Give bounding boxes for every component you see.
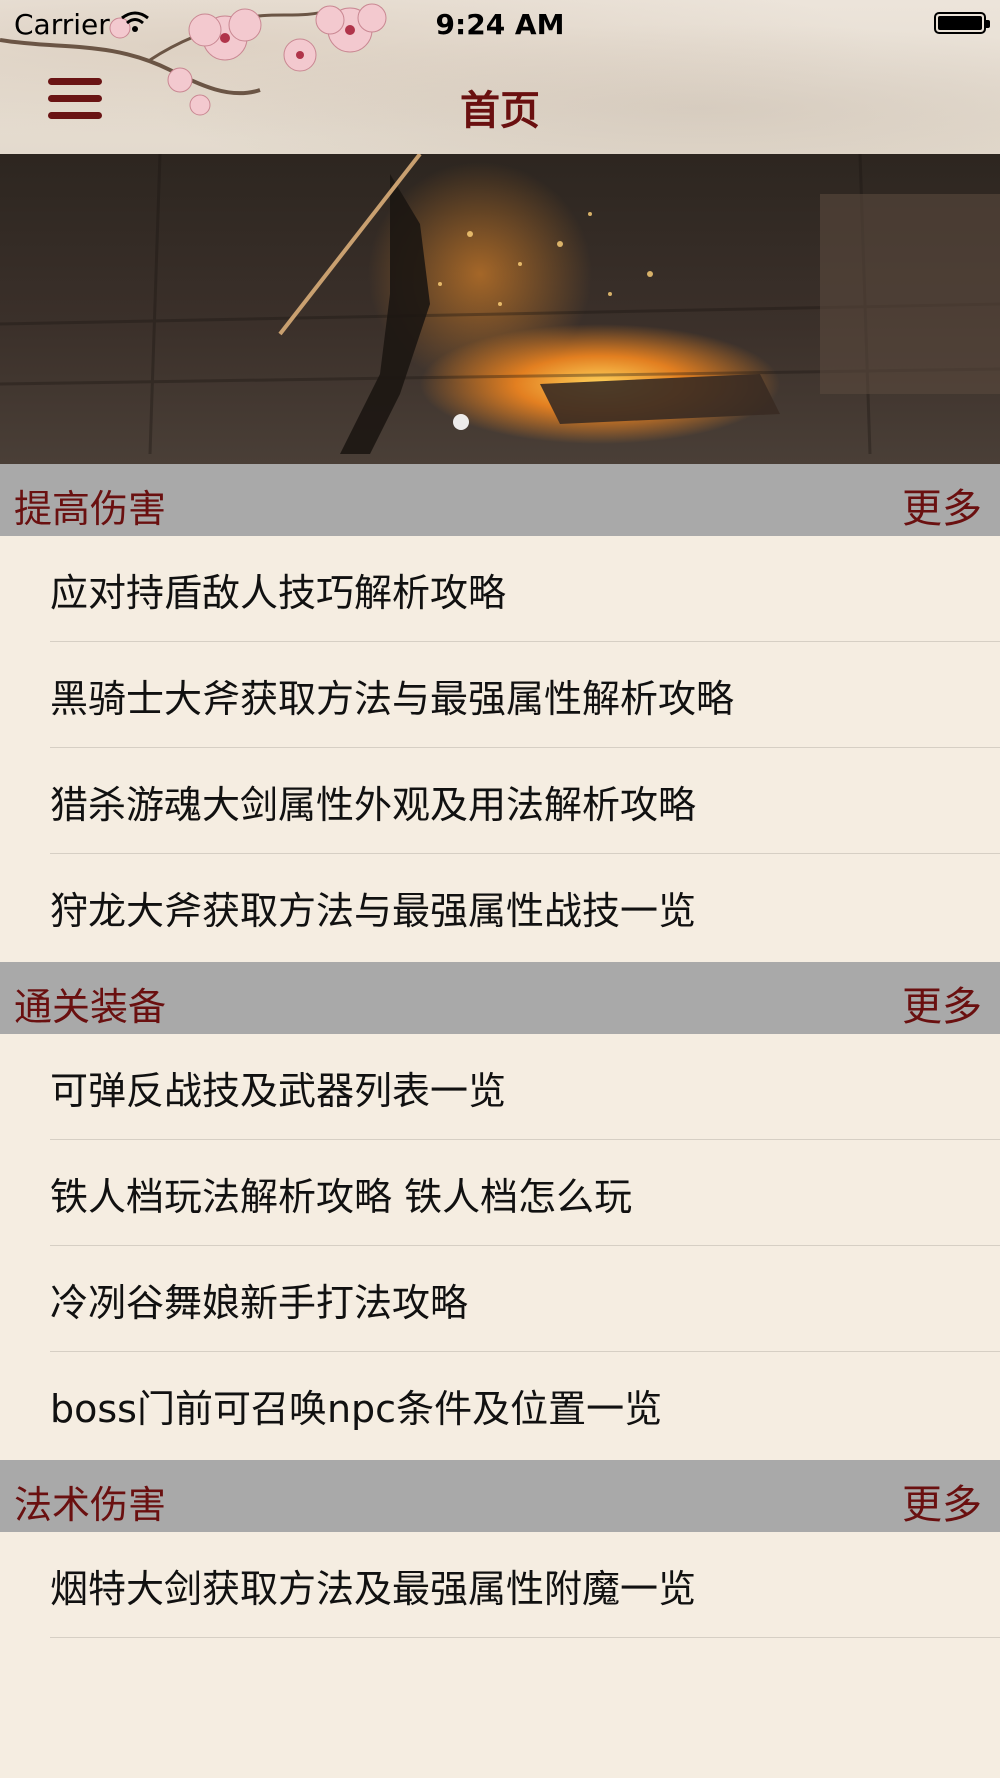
list-item[interactable]: 猎杀游魂大剑属性外观及用法解析攻略	[0, 748, 1000, 854]
more-button[interactable]: 更多	[902, 974, 982, 1032]
section-title: 提高伤害	[14, 487, 167, 531]
section-title: 通关装备	[14, 985, 167, 1029]
list-item[interactable]: 狩龙大斧获取方法与最强属性战技一览	[0, 854, 1000, 960]
carousel-page-indicator[interactable]	[453, 414, 469, 430]
list-item-title: 可弹反战技及武器列表一览	[50, 1069, 507, 1113]
list-item[interactable]: 应对持盾敌人技巧解析攻略	[0, 536, 1000, 642]
section-title: 法术伤害	[14, 1483, 167, 1527]
battery-icon	[934, 12, 990, 34]
nav-header: Carrier 9:24 AM 首页	[0, 0, 1000, 154]
list-item[interactable]: 黑骑士大斧获取方法与最强属性解析攻略	[0, 642, 1000, 748]
list-item-title: boss门前可召唤npc条件及位置一览	[50, 1387, 663, 1431]
list-item-title: 烟特大剑获取方法及最强属性附魔一览	[50, 1567, 697, 1611]
list-item[interactable]: 冷冽谷舞娘新手打法攻略	[0, 1246, 1000, 1352]
list-item-title: 狩龙大斧获取方法与最强属性战技一览	[50, 889, 697, 933]
list-item[interactable]: 可弹反战技及武器列表一览	[0, 1034, 1000, 1140]
list-item-title: 应对持盾敌人技巧解析攻略	[50, 571, 507, 615]
page-title: 首页	[460, 88, 540, 134]
section-header-damage: 提高伤害 更多	[0, 464, 1000, 536]
list-item-title: 黑骑士大斧获取方法与最强属性解析攻略	[50, 677, 735, 721]
list-item-title: 猎杀游魂大剑属性外观及用法解析攻略	[50, 783, 697, 827]
status-time: 9:24 AM	[435, 8, 565, 41]
list-item-title: 铁人档玩法解析攻略 铁人档怎么玩	[50, 1175, 633, 1219]
list-item[interactable]: 铁人档玩法解析攻略 铁人档怎么玩	[0, 1140, 1000, 1246]
list-item-title: 冷冽谷舞娘新手打法攻略	[50, 1281, 469, 1325]
section-header-magic: 法术伤害 更多	[0, 1460, 1000, 1532]
list-item[interactable]: boss门前可召唤npc条件及位置一览	[0, 1352, 1000, 1458]
banner-image	[0, 154, 1000, 455]
status-bar: Carrier 9:24 AM	[0, 0, 1000, 50]
banner-carousel[interactable]	[0, 154, 1000, 464]
section-header-gear: 通关装备 更多	[0, 962, 1000, 1034]
list-item[interactable]: 烟特大剑获取方法及最强属性附魔一览	[0, 1532, 1000, 1638]
more-button[interactable]: 更多	[902, 1472, 982, 1530]
more-button[interactable]: 更多	[902, 476, 982, 534]
divider	[50, 1637, 1000, 1638]
